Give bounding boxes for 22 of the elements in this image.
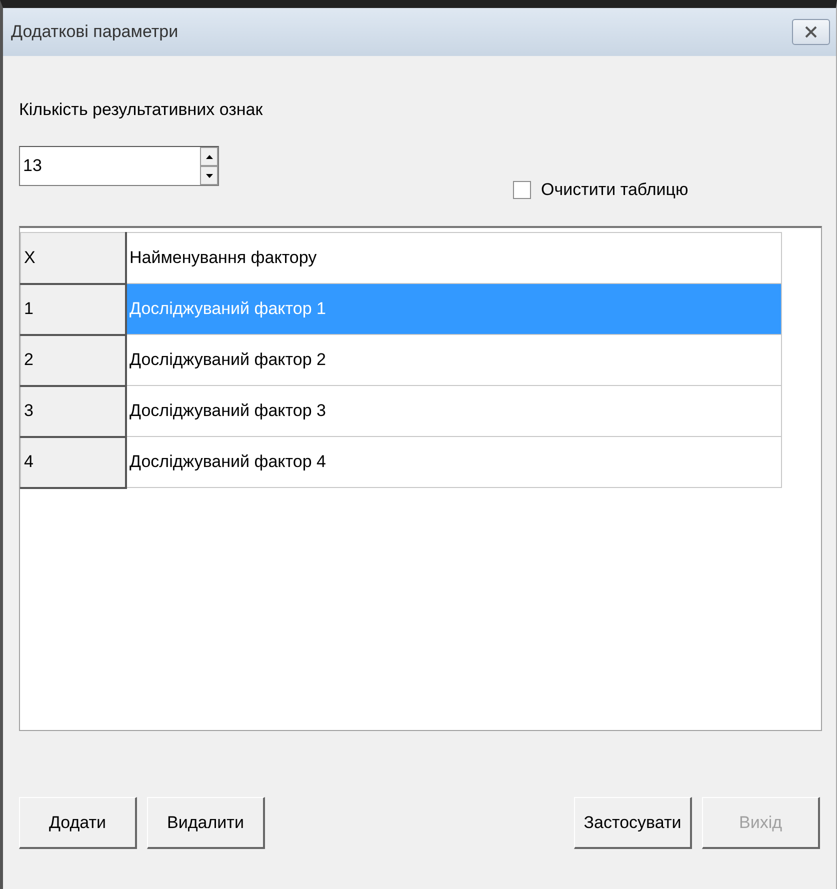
field-label: Кількість результативних ознак bbox=[19, 100, 264, 120]
down-button[interactable] bbox=[200, 166, 218, 185]
close-button[interactable] bbox=[792, 19, 830, 45]
action-button[interactable]: Застосувати bbox=[574, 797, 692, 849]
action-button[interactable]: Додати bbox=[19, 797, 137, 849]
row-header[interactable]: 3 bbox=[20, 386, 126, 436]
close-icon bbox=[805, 26, 817, 38]
checkbox[interactable] bbox=[513, 181, 531, 199]
column-header[interactable]: Найменування фактору bbox=[126, 232, 782, 284]
up-arrow-icon bbox=[206, 154, 212, 158]
column-header[interactable]: X bbox=[20, 232, 126, 284]
checkbox-label: Очистити таблицю bbox=[541, 180, 688, 200]
up-button[interactable] bbox=[200, 147, 218, 166]
down-arrow-icon bbox=[206, 174, 212, 178]
action-button[interactable]: Видалити bbox=[147, 797, 265, 849]
table-cell[interactable]: Досліджуваний фактор 4 bbox=[126, 436, 782, 488]
window-title: Додаткові параметри bbox=[11, 22, 178, 42]
row-header[interactable]: 2 bbox=[20, 334, 126, 386]
row-header[interactable]: 1 bbox=[20, 284, 126, 334]
row-header[interactable]: 4 bbox=[20, 436, 126, 488]
table-cell[interactable]: Досліджуваний фактор 2 bbox=[126, 334, 782, 386]
table-cell[interactable]: Досліджуваний фактор 3 bbox=[126, 386, 782, 436]
